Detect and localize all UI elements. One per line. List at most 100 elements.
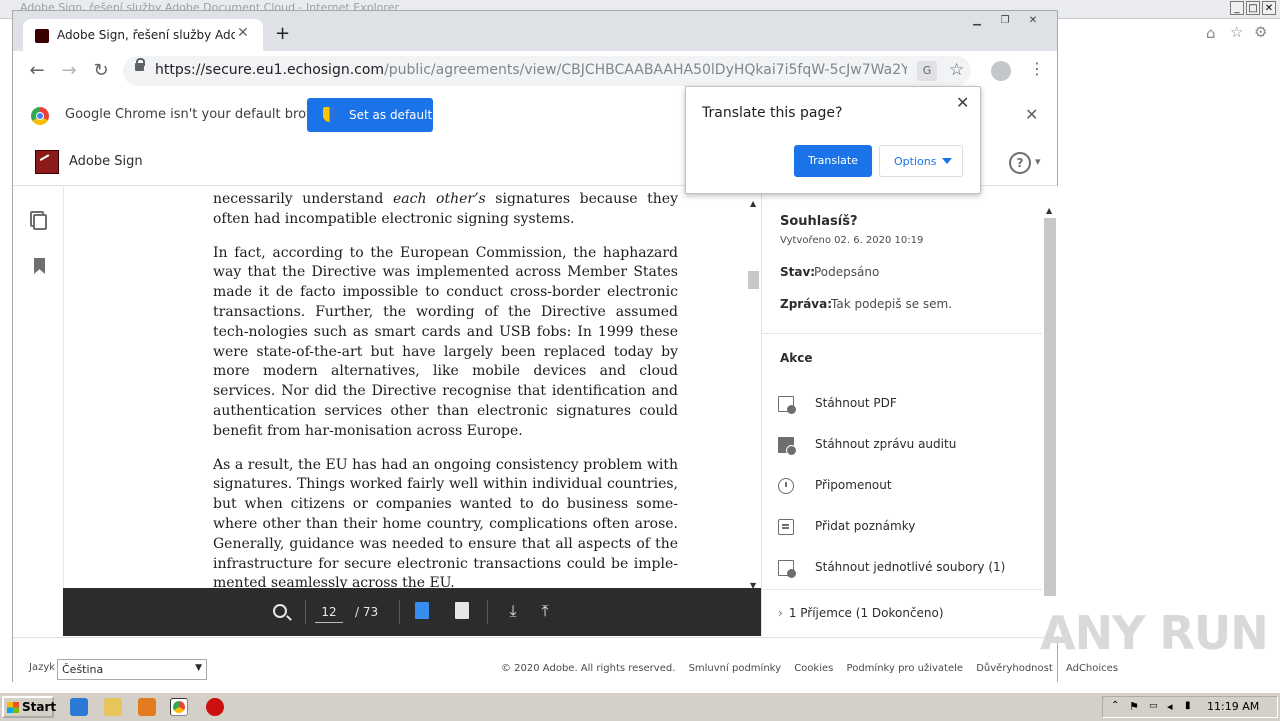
ie-minimize-button[interactable]: _ (1230, 1, 1244, 15)
search-icon[interactable] (273, 604, 287, 618)
footer-link-cookies[interactable]: Cookies (794, 663, 833, 674)
status-label: Stav: (780, 265, 816, 279)
windows-logo-icon (7, 702, 19, 713)
panel-divider (762, 589, 1042, 590)
adobe-favicon-icon (35, 29, 49, 43)
emphasis-text: each other’s (392, 191, 486, 207)
system-clock: 11:19 AM (1207, 700, 1260, 713)
footer-link-user-terms[interactable]: Podmínky pro uživatele (847, 663, 963, 674)
document-page: necessarily understand each other’s sign… (63, 186, 754, 598)
scroll-up-arrow-icon[interactable]: ▲ (750, 199, 756, 208)
help-icon[interactable]: ? (1009, 152, 1031, 174)
footer-links: © 2020 Adobe. All rights reserved. Smluv… (501, 663, 1128, 674)
download-icon[interactable]: ⤓ (505, 603, 521, 619)
lock-icon[interactable] (135, 63, 144, 71)
favorites-star-icon[interactable]: ☆ (1230, 23, 1243, 41)
volume-icon[interactable]: ◂ (1167, 700, 1173, 713)
language-select[interactable]: Čeština ▼ (57, 659, 207, 680)
tools-gear-icon[interactable]: ⚙ (1254, 23, 1267, 41)
new-tab-icon[interactable]: + (275, 25, 290, 43)
media-player-icon[interactable] (138, 698, 156, 716)
tab-close-icon[interactable]: ✕ (237, 25, 249, 41)
ie-maximize-button[interactable]: □ (1246, 1, 1260, 15)
page-number-input[interactable]: 12 (315, 602, 343, 623)
network-icon[interactable]: ▭ (1149, 701, 1158, 711)
adobe-sign-logo-icon (35, 150, 59, 174)
download-pdf-icon (778, 396, 796, 414)
fit-page-icon[interactable] (455, 602, 469, 619)
translate-button[interactable]: Translate (794, 145, 872, 177)
bookmark-star-icon[interactable]: ☆ (949, 60, 964, 80)
kebab-menu-icon[interactable]: ⋮ (1029, 59, 1045, 78)
start-button[interactable]: Start (2, 696, 56, 718)
action-label: Stáhnout PDF (815, 396, 897, 410)
panel-scrollbar[interactable] (1044, 218, 1056, 596)
power-icon[interactable]: ▮ (1185, 700, 1191, 711)
status-value: Podepsáno (814, 265, 880, 279)
translate-icon[interactable]: G (917, 61, 937, 81)
profile-avatar-icon[interactable] (991, 61, 1011, 81)
reload-icon[interactable]: ↻ (89, 59, 113, 83)
close-window-icon[interactable]: ✕ (1019, 13, 1047, 29)
page-footer: Jazyk Čeština ▼ © 2020 Adobe. All rights… (13, 637, 1118, 684)
minimize-icon[interactable]: ▁ (963, 13, 991, 29)
action-download-pdf[interactable]: Stáhnout PDF (778, 394, 1038, 416)
options-button[interactable]: Options (879, 145, 963, 177)
chevron-down-icon: ▼ (195, 663, 202, 673)
footer-link-trust[interactable]: Důvěryhodnost (976, 663, 1053, 674)
tray-expand-icon[interactable]: ⌃ (1111, 700, 1119, 711)
flag-icon[interactable]: ⚑ (1129, 700, 1139, 713)
action-download-audit[interactable]: Stáhnout zprávu auditu (778, 435, 1038, 457)
action-add-notes[interactable]: Přidat poznámky (778, 517, 1038, 539)
url-text[interactable]: https://secure.eu1.echosign.com/public/a… (155, 62, 907, 78)
fit-width-icon[interactable] (415, 602, 429, 619)
help-caret-icon[interactable]: ▾ (1035, 155, 1041, 168)
footer-link-terms[interactable]: Smluvní podmínky (689, 663, 781, 674)
infobar-close-icon[interactable]: ✕ (1025, 105, 1038, 124)
panel-scroll-up-icon[interactable]: ▲ (1046, 206, 1052, 215)
ie-toolbar: ⌂ ☆ ⚙ (1060, 19, 1280, 45)
set-as-default-button[interactable]: Set as default (307, 98, 433, 132)
back-arrow-icon[interactable]: ← (25, 59, 49, 83)
home-icon[interactable]: ⌂ (1206, 24, 1216, 42)
watermark-logo: ANY RUN (1040, 606, 1269, 660)
infobar-message: Google Chrome isn't your default browser (65, 107, 337, 122)
document-paragraph: necessarily understand each other’s sign… (213, 190, 678, 230)
chrome-taskbar-icon[interactable] (170, 698, 188, 716)
created-date: Vytvořeno 02. 6. 2020 10:19 (780, 235, 924, 246)
address-bar[interactable]: https://secure.eu1.echosign.com/public/a… (123, 56, 971, 86)
upload-icon[interactable]: ⤒ (537, 603, 553, 619)
language-value: Čeština (62, 663, 104, 676)
action-label: Připomenout (815, 478, 892, 492)
folder-icon[interactable] (104, 698, 122, 716)
footer-link-adchoices[interactable]: AdChoices (1066, 663, 1118, 674)
set-as-default-label: Set as default (349, 108, 433, 122)
bookmark-icon[interactable] (34, 258, 45, 274)
options-label: Options (894, 155, 937, 168)
forward-arrow-icon[interactable]: → (57, 59, 81, 83)
action-label: Stáhnout jednotlivé soubory (1) (815, 560, 1006, 574)
restore-icon[interactable]: ❐ (991, 13, 1019, 29)
ie-close-button[interactable]: ✕ (1262, 1, 1276, 15)
document-scrollbar[interactable]: ▲ ▼ (747, 197, 761, 599)
toolbar-divider (487, 600, 488, 624)
close-icon[interactable]: ✕ (956, 93, 969, 112)
caret-down-icon (942, 158, 952, 164)
document-scroll-thumb[interactable] (748, 271, 759, 289)
recipients-toggle[interactable]: › 1 Příjemce (1 Dokončeno) (778, 606, 944, 620)
recipients-label: 1 Příjemce (1 Dokončeno) (788, 606, 944, 620)
action-remind[interactable]: Připomenout (778, 476, 1038, 498)
alarm-clock-icon (778, 478, 794, 494)
message-label: Zpráva: (780, 297, 833, 311)
toolbar-divider (399, 600, 400, 624)
document-text: necessarily understand each other’s sign… (213, 190, 678, 598)
action-download-files[interactable]: Stáhnout jednotlivé soubory (1) (778, 558, 1038, 580)
stop-icon[interactable] (206, 698, 224, 716)
paragraph-text: necessarily understand (213, 191, 393, 207)
internet-explorer-icon[interactable] (70, 698, 88, 716)
translate-popup: Translate this page? ✕ Translate Options (685, 86, 981, 194)
pages-icon[interactable] (33, 214, 47, 230)
paragraph-text: As a result, the EU has had an ongoing c… (213, 456, 678, 592)
browser-tab[interactable]: Adobe Sign, řešení služby Adobe Do ✕ (23, 19, 263, 51)
app-title: Adobe Sign (69, 154, 143, 169)
